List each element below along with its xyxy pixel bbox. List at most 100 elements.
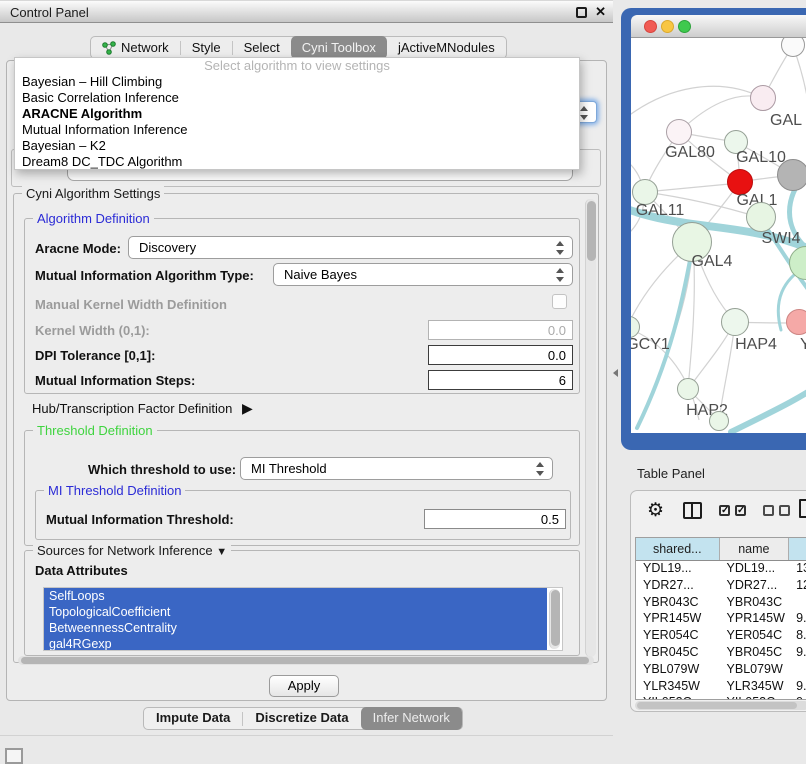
checked-checkbox-icon[interactable]: ✓	[735, 505, 746, 516]
which-threshold-label: Which threshold to use:	[88, 462, 236, 477]
table-row[interactable]: YDL19...YDL19...13	[636, 561, 806, 578]
table-row[interactable]: YLR345WYLR345W9.	[636, 679, 806, 696]
table-cell: YDR27...	[720, 578, 790, 595]
attributes-scrollbar[interactable]	[549, 589, 560, 649]
tab-jactivemnodules[interactable]: jActiveMNodules	[387, 36, 506, 59]
close-window-button[interactable]	[644, 20, 657, 33]
network-canvas[interactable]: GAL GAL80 GAL10 GAL1 GAL11 SWI4 GAL4 GCY…	[631, 38, 806, 433]
data-attribute-item[interactable]: gal4RGexp	[44, 636, 547, 651]
algorithm-option[interactable]: Dream8 DC_TDC Algorithm	[15, 154, 579, 170]
checked-checkbox-icon[interactable]: ✓	[719, 505, 730, 516]
mi-algorithm-type-value: Naive Bayes	[284, 267, 357, 282]
tab-infer-network[interactable]: Infer Network	[361, 707, 462, 730]
column-header-name[interactable]: name	[720, 538, 790, 560]
mi-threshold-field[interactable]: 0.5	[424, 509, 566, 529]
close-panel-icon[interactable]: ✕	[595, 4, 606, 20]
network-icon	[102, 41, 116, 55]
tab-cyni-toolbox[interactable]: Cyni Toolbox	[291, 36, 387, 59]
algorithm-dropdown-prompt: Select algorithm to view settings	[15, 59, 579, 74]
data-attribute-item[interactable]: BetweennessCentrality	[44, 620, 547, 636]
kernel-width-field[interactable]: 0.0	[428, 320, 573, 340]
attributes-scrollbar-thumb[interactable]	[551, 590, 560, 646]
table-cell: YBL079W	[720, 662, 790, 679]
table-cell: YBR043C	[636, 595, 720, 612]
hub-definition-expander[interactable]: Hub/Transcription Factor Definition ▶	[32, 400, 253, 417]
tab-select[interactable]: Select	[233, 36, 291, 59]
node-unlabeled-bottom[interactable]	[709, 411, 729, 431]
node-label-gcy1: GCY1	[631, 336, 670, 354]
table-cell: YDL19...	[720, 561, 790, 578]
spinner-arrows-icon	[556, 267, 565, 283]
table-cell: 12	[789, 578, 806, 595]
algorithm-definition-title: Algorithm Definition	[33, 211, 154, 226]
node-hap2[interactable]	[677, 378, 699, 400]
algorithm-option[interactable]: ARACNE Algorithm	[15, 106, 579, 122]
table-horizontal-scrollbar-thumb[interactable]	[637, 702, 797, 709]
table-row[interactable]: YER054CYER054C8.	[636, 628, 806, 645]
data-attributes-list[interactable]: SelfLoopsTopologicalCoefficientBetweenne…	[43, 587, 563, 651]
node-salmon-right[interactable]	[786, 309, 806, 335]
aracne-mode-label: Aracne Mode:	[35, 241, 121, 256]
settings-horizontal-scrollbar[interactable]	[18, 656, 594, 665]
table-row[interactable]: YBR045CYBR045C9.	[636, 645, 806, 662]
unchecked-checkbox-icon[interactable]	[779, 505, 790, 516]
tab-network-label: Network	[121, 37, 169, 59]
dpi-tolerance-field[interactable]: 0.0	[428, 345, 573, 365]
spinner-arrows-icon	[556, 240, 565, 256]
node-gal80[interactable]	[666, 119, 692, 145]
minimize-window-button[interactable]	[661, 20, 674, 33]
settings-vertical-scrollbar-thumb[interactable]	[587, 201, 596, 261]
tab-network[interactable]: Network	[91, 36, 180, 59]
settings-horizontal-scrollbar-thumb[interactable]	[21, 657, 589, 664]
table-cell: 13	[789, 561, 806, 578]
data-attribute-item[interactable]: SelfLoops	[44, 588, 547, 604]
sources-group-title: Sources for Network Inference ▼	[33, 543, 231, 558]
mi-steps-field[interactable]: 6	[428, 370, 573, 390]
split-columns-icon[interactable]	[683, 502, 702, 519]
node-pink-top[interactable]	[750, 85, 776, 111]
float-panel-icon[interactable]	[576, 7, 587, 18]
collapse-down-arrow-icon[interactable]: ▼	[216, 546, 227, 558]
algorithm-option[interactable]: Bayesian – Hill Climbing	[15, 74, 579, 90]
tab-style[interactable]: Style	[181, 36, 232, 59]
table-row[interactable]: YBR043CYBR043C	[636, 595, 806, 612]
zoom-window-button[interactable]	[678, 20, 691, 33]
manual-kernel-width-checkbox[interactable]	[552, 294, 567, 309]
node-gray[interactable]	[777, 159, 806, 191]
node-label-gal-partial: GAL	[770, 112, 802, 130]
table-cell: YBL079W	[636, 662, 720, 679]
algorithm-option[interactable]: Bayesian – K2	[15, 138, 579, 154]
column-header-partial[interactable]	[789, 538, 806, 560]
column-header-shared[interactable]: shared...	[636, 538, 720, 560]
mi-algorithm-type-combobox[interactable]: Naive Bayes	[273, 263, 573, 286]
tab-select-label: Select	[244, 37, 280, 59]
table-row[interactable]: YBL079WYBL079W	[636, 662, 806, 679]
screen: { "colors": { "selection_blue": "#3a66c4…	[0, 0, 806, 762]
which-threshold-combobox[interactable]: MI Threshold	[240, 457, 553, 480]
unchecked-checkbox-icon[interactable]	[763, 505, 774, 516]
node-hap4[interactable]	[721, 308, 749, 336]
apply-button[interactable]: Apply	[269, 675, 339, 697]
gear-icon[interactable]: ⚙	[647, 499, 664, 522]
table-row[interactable]: YDR27...YDR27...12	[636, 578, 806, 595]
algorithm-option[interactable]: Basic Correlation Inference	[15, 90, 579, 106]
network-view-window[interactable]: GAL GAL80 GAL10 GAL1 GAL11 SWI4 GAL4 GCY…	[631, 15, 806, 433]
table-row[interactable]: YIL052CYIL052C9	[636, 695, 806, 699]
document-icon[interactable]	[799, 499, 806, 518]
table-cell: 8.	[789, 628, 806, 645]
table-panel-title: Table Panel	[637, 466, 705, 481]
algorithm-option[interactable]: Mutual Information Inference	[15, 122, 579, 138]
data-attribute-item[interactable]: TopologicalCoefficient	[44, 604, 547, 620]
data-attributes-label: Data Attributes	[35, 563, 128, 578]
network-window-titlebar[interactable]	[631, 15, 806, 38]
splitter-collapse-icon[interactable]	[613, 369, 618, 377]
node-swi4[interactable]	[746, 202, 776, 232]
algorithm-definition-group: Algorithm Definition Aracne Mode: Discov…	[24, 218, 580, 394]
table-row[interactable]: YPR145WYPR145W9.	[636, 611, 806, 628]
table-horizontal-scrollbar[interactable]	[635, 701, 806, 710]
control-panel-titlebar[interactable]: Control Panel ✕	[0, 0, 613, 23]
tab-impute-data[interactable]: Impute Data	[144, 707, 242, 730]
aracne-mode-combobox[interactable]: Discovery	[128, 236, 573, 259]
settings-vertical-scrollbar[interactable]	[585, 199, 596, 657]
tab-discretize-data[interactable]: Discretize Data	[243, 707, 360, 730]
